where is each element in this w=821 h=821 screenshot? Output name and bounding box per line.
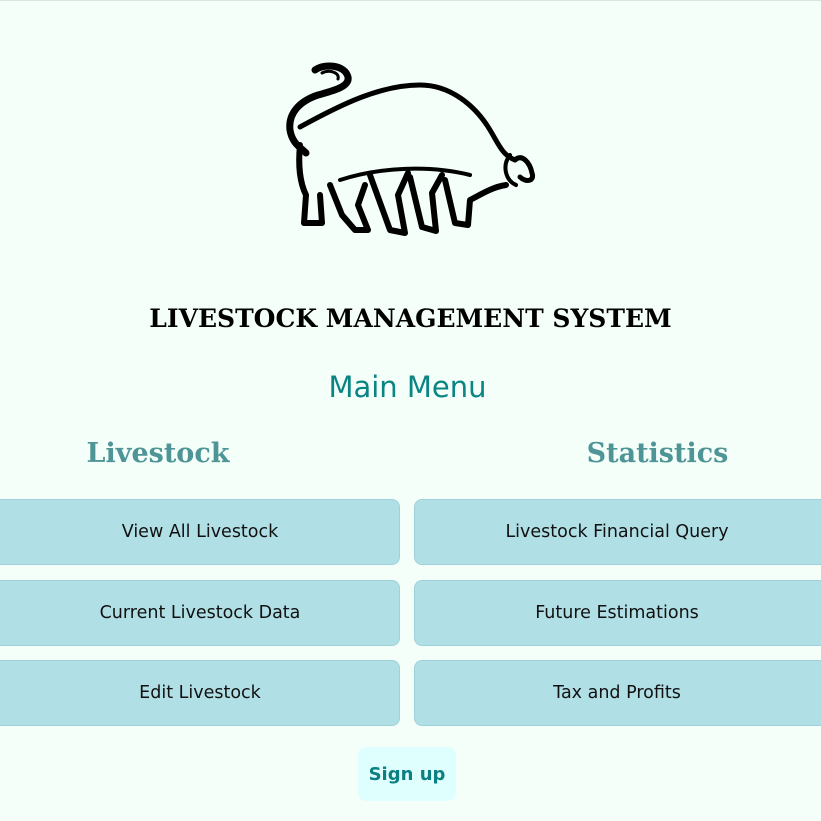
tax-and-profits-button[interactable]: Tax and Profits <box>414 660 821 726</box>
future-estimations-button[interactable]: Future Estimations <box>414 580 821 646</box>
view-all-livestock-button[interactable]: View All Livestock <box>0 499 400 565</box>
livestock-financial-query-button[interactable]: Livestock Financial Query <box>414 499 821 565</box>
app-title: LIVESTOCK MANAGEMENT SYSTEM <box>149 304 672 333</box>
button-label: Current Livestock Data <box>99 603 301 623</box>
button-label: View All Livestock <box>121 522 279 542</box>
current-livestock-data-button[interactable]: Current Livestock Data <box>0 580 400 646</box>
main-menu-title: Main Menu <box>328 370 487 404</box>
bull-icon <box>286 62 536 236</box>
button-label: Tax and Profits <box>553 683 681 703</box>
sign-up-label: Sign up <box>368 763 446 785</box>
button-label: Livestock Financial Query <box>505 522 729 542</box>
button-label: Edit Livestock <box>139 683 261 703</box>
top-divider <box>0 0 821 1</box>
section-title-livestock: Livestock <box>86 438 230 469</box>
sign-up-button[interactable]: Sign up <box>358 747 456 801</box>
button-label: Future Estimations <box>535 603 699 623</box>
edit-livestock-button[interactable]: Edit Livestock <box>0 660 400 726</box>
section-title-statistics: Statistics <box>586 438 729 469</box>
